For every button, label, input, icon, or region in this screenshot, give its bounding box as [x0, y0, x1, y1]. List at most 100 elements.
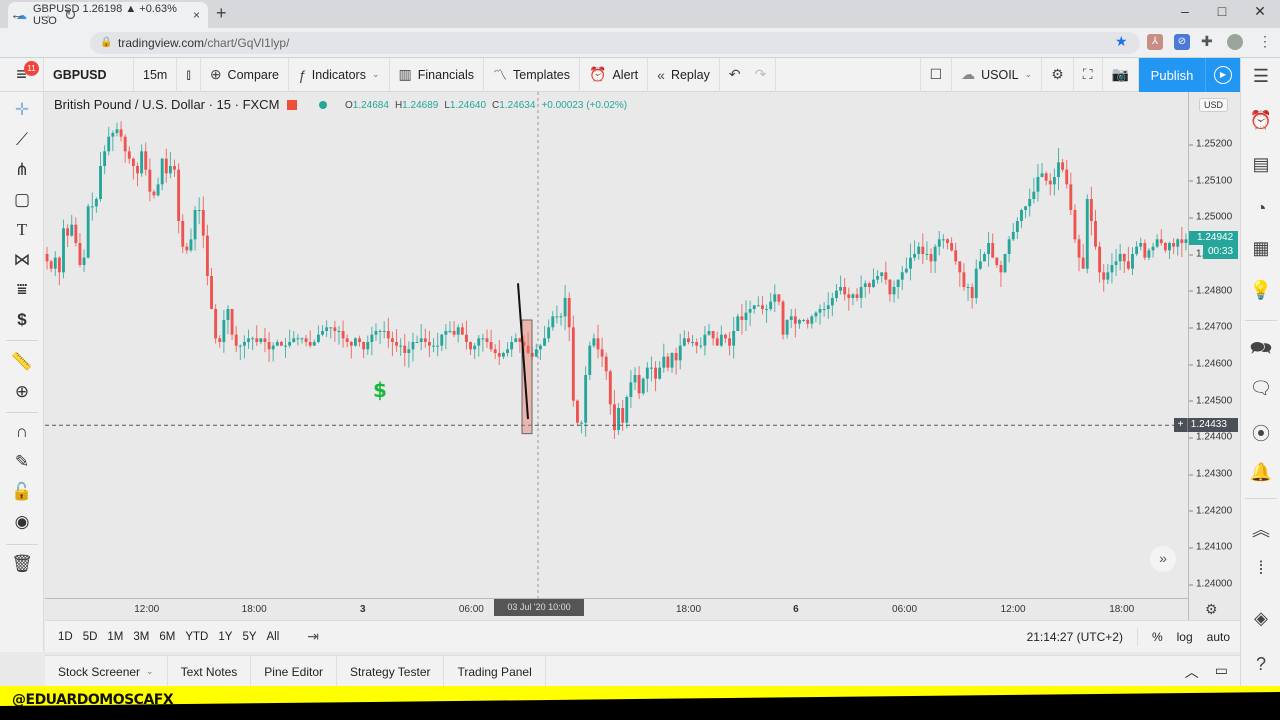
text-tool-icon[interactable]: T [0, 220, 44, 240]
ideas-bulb-icon[interactable]: 💡 [1241, 280, 1280, 301]
fullscreen-button[interactable]: ⛶ [1074, 57, 1103, 92]
notifications-bell-icon[interactable]: 🔔 [1241, 462, 1280, 483]
undo-icon[interactable]: ↶ [729, 66, 741, 83]
streams-icon[interactable]: ⦿ [1241, 420, 1280, 446]
forward-icon[interactable]: → [38, 6, 53, 23]
data-window-icon[interactable]: ▤ [1241, 154, 1280, 175]
magnet-icon[interactable]: ∩ [0, 422, 44, 442]
close-tab-icon[interactable]: × [193, 8, 200, 22]
percent-scale-toggle[interactable]: % [1152, 630, 1163, 644]
lock-drawing-icon[interactable]: ✎ [0, 452, 44, 472]
minimize-button[interactable]: – [1170, 3, 1200, 19]
blocker-extension-icon[interactable]: ⊘ [1174, 34, 1190, 50]
range-ytd[interactable]: YTD [185, 631, 208, 643]
ruler-icon[interactable]: 📏 [0, 352, 44, 372]
financials-button[interactable]: ▥ Financials [390, 57, 485, 92]
snapshot-button[interactable]: 📷 [1103, 57, 1139, 92]
crosshair-icon[interactable]: ✛ [0, 100, 44, 120]
price-chart[interactable]: $ [45, 92, 1240, 598]
dom-icon[interactable]: ⁞ [1241, 558, 1280, 579]
eye-icon[interactable]: ◉ [0, 512, 44, 532]
trend-line-icon[interactable]: ⟋ [0, 130, 44, 150]
flag-icon[interactable] [287, 99, 298, 110]
time-axis[interactable]: 12:00 18:00 3 06:00 18:00 6 06:00 12:00 18:00 [45, 598, 1188, 620]
auto-scale-toggle[interactable]: auto [1207, 630, 1230, 644]
trash-icon[interactable]: 🗑 [0, 554, 44, 574]
range-1m[interactable]: 1M [107, 631, 123, 643]
range-3m[interactable]: 3M [133, 631, 149, 643]
symbol-search-button[interactable]: GBPUSD [44, 57, 134, 92]
prediction-icon[interactable]: ⩸ [0, 280, 44, 300]
candle [884, 261, 888, 285]
maximize-panel-icon[interactable]: ▭ [1215, 662, 1228, 682]
watchlist-symbol-button[interactable]: ☁ USOIL ⌄ [952, 57, 1043, 92]
main-menu-button[interactable]: ≡ 11 [0, 57, 44, 92]
close-window-button[interactable]: ✕ [1245, 3, 1275, 20]
chevron-up-icon[interactable]: ︿ [1185, 662, 1199, 682]
unlock-icon[interactable]: 🔓 [0, 482, 44, 502]
replay-button[interactable]: « Replay [648, 57, 720, 92]
chats-icon[interactable]: 🗪 [1241, 336, 1280, 366]
layers-icon[interactable]: ◈ [1241, 608, 1280, 629]
publish-video-button[interactable]: ▶ [1205, 58, 1240, 92]
range-5y[interactable]: 5Y [242, 631, 256, 643]
order-panel-icon[interactable]: ︽ [1241, 516, 1280, 542]
add-alert-plus-icon[interactable]: + [1174, 418, 1188, 432]
chat-icon[interactable]: 🗨 [1241, 378, 1280, 399]
new-tab-button[interactable]: + [216, 3, 227, 24]
range-all[interactable]: All [267, 631, 280, 643]
profile-avatar[interactable] [1227, 34, 1243, 50]
zoom-in-icon[interactable]: ⊕ [0, 382, 44, 402]
range-5d[interactable]: 5D [83, 631, 98, 643]
chart-type-button[interactable]: ⫾ [177, 57, 201, 92]
settings-button[interactable]: ⚙ [1042, 57, 1074, 92]
candle-body [777, 294, 781, 302]
alert-button[interactable]: ⏰ Alert [580, 57, 649, 92]
reload-icon[interactable]: ↻ [64, 6, 77, 24]
hotlist-icon[interactable]: ◔ [1241, 198, 1280, 219]
layout-button[interactable]: ☐ [919, 57, 953, 92]
publish-button[interactable]: Publish [1139, 58, 1205, 92]
candle [913, 240, 917, 262]
tab-stock-screener[interactable]: Stock Screener ⌄ [45, 655, 168, 688]
pdf-extension-icon[interactable]: ⅄ [1147, 34, 1163, 50]
templates-button[interactable]: 〽 Templates [484, 57, 581, 92]
clock-timezone[interactable]: 21:14:27 (UTC+2) [1027, 630, 1123, 644]
range-6m[interactable]: 6M [159, 631, 175, 643]
redo-icon[interactable]: ↷ [755, 66, 767, 83]
interval-button[interactable]: 15m [134, 57, 178, 92]
currency-label[interactable]: USD [1199, 98, 1229, 112]
go-to-date-icon[interactable]: ⇥ [307, 628, 319, 645]
watchlist-icon[interactable]: ☰ [1241, 66, 1280, 87]
alerts-clock-icon[interactable]: ⏰ [1241, 110, 1280, 131]
log-scale-toggle[interactable]: log [1177, 630, 1193, 644]
pitchfork-icon[interactable]: ⋔ [0, 160, 44, 180]
maximize-button[interactable]: □ [1207, 3, 1237, 19]
price-axis[interactable]: 1.252001.251001.250001.249001.248001.247… [1188, 92, 1240, 620]
compare-button[interactable]: ⊕ Compare [201, 57, 289, 92]
url-input[interactable]: 🔒 tradingview.com/chart/GqVl1lyp/ [90, 32, 1140, 54]
range-1d[interactable]: 1D [58, 631, 73, 643]
tab-text-notes[interactable]: Text Notes [168, 655, 252, 688]
axis-settings-gear-icon[interactable]: ⚙ [1205, 601, 1218, 618]
dollar-icon[interactable]: $ [0, 310, 44, 330]
candle-body [756, 305, 760, 307]
tab-trading-panel[interactable]: Trading Panel [444, 655, 546, 688]
range-1y[interactable]: 1Y [218, 631, 232, 643]
time-tick-label: 18:00 [241, 604, 267, 615]
dollar-sign-drawing[interactable]: $ [373, 378, 387, 402]
extensions-puzzle-icon[interactable]: ✚ [1201, 33, 1213, 50]
back-icon[interactable]: ← [10, 6, 25, 23]
rectangle-icon[interactable]: ▢ [0, 190, 44, 210]
help-icon[interactable]: ? [1241, 654, 1280, 675]
pattern-icon[interactable]: ⋈ [0, 250, 44, 270]
candle [378, 329, 382, 345]
scroll-to-realtime-button[interactable]: » [1150, 546, 1176, 572]
tab-strategy-tester[interactable]: Strategy Tester [337, 655, 445, 688]
indicators-button[interactable]: ƒ Indicators ⌄ [289, 57, 390, 92]
tab-pine-editor[interactable]: Pine Editor [251, 655, 337, 688]
candle-body [296, 338, 300, 340]
bookmark-star-icon[interactable]: ★ [1115, 33, 1128, 50]
browser-menu-icon[interactable]: ⋮ [1258, 33, 1272, 50]
calendar-icon[interactable]: ▦ [1241, 238, 1280, 259]
